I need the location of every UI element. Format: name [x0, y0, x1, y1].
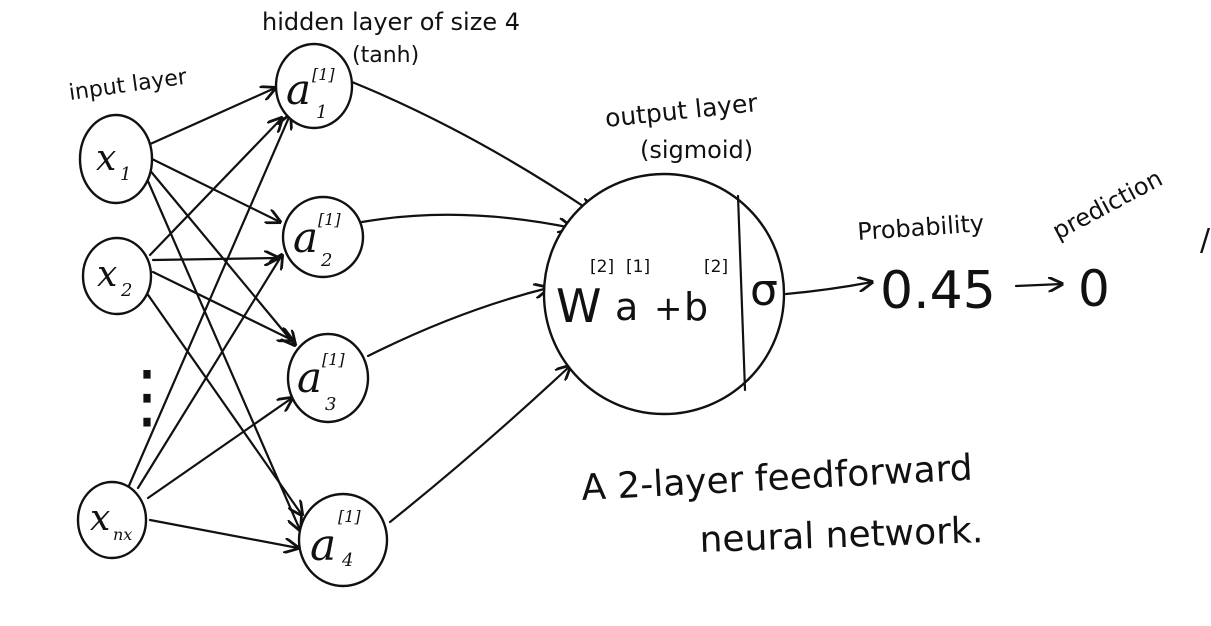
- stray-mark: /: [1200, 223, 1211, 258]
- edge-a2-out: [360, 213, 572, 228]
- hidden-node-3: a [1] 3: [286, 332, 370, 424]
- input-node-2: x 2: [81, 236, 153, 316]
- hidden-node-3-superscript: [1]: [322, 350, 345, 369]
- input-node-1-subscript: 1: [120, 164, 131, 185]
- hidden-node-4-symbol: a: [310, 520, 336, 571]
- edge-x2-a3: [151, 270, 292, 340]
- input-node-2-subscript: 2: [120, 280, 132, 301]
- hidden-node-2-subscript: 2: [320, 250, 332, 271]
- hidden-node-3-symbol: a: [297, 353, 322, 402]
- activation-superscript: [1]: [626, 257, 650, 277]
- input-hidden-edges: [126, 88, 302, 548]
- neural-network-diagram: input layer hidden layer of size 4 (tanh…: [67, 8, 1211, 588]
- input-node-nx-subscript: nx: [113, 525, 132, 544]
- edge-a3-out: [366, 288, 548, 358]
- hidden-node-2-superscript: [1]: [318, 210, 341, 229]
- weight-superscript: [2]: [590, 257, 614, 277]
- caption-line-2: neural network.: [699, 510, 984, 561]
- weight-symbol: W: [556, 279, 601, 333]
- hidden-node-1: a [1] 1: [274, 42, 354, 130]
- probability-label: Probability: [856, 209, 985, 246]
- hidden-node-4-subscript: 4: [341, 550, 353, 571]
- input-node-nx: x nx: [76, 480, 148, 560]
- input-node-2-symbol: x: [97, 254, 117, 295]
- output-layer-label: output layer: [604, 88, 760, 133]
- hidden-node-4: a [1] 4: [297, 492, 389, 588]
- hidden-node-1-symbol: a: [286, 65, 311, 114]
- edge-x1-a1: [146, 88, 275, 147]
- prediction-arrow: [1014, 284, 1062, 286]
- prediction-value: 0: [1078, 260, 1110, 318]
- edge-x2-a1: [148, 118, 282, 257]
- sigma-symbol: σ: [750, 265, 778, 316]
- edge-x1-a2: [148, 156, 280, 222]
- edge-x1-a3: [146, 166, 295, 345]
- edge-a1-out: [350, 80, 592, 212]
- prediction-label: prediction: [1048, 164, 1167, 245]
- input-node-nx-symbol: x: [90, 498, 110, 539]
- hidden-node-1-superscript: [1]: [312, 65, 335, 84]
- probability-value: 0.45: [880, 261, 996, 321]
- hidden-node-2: a [1] 2: [281, 195, 365, 279]
- input-node-1-symbol: x: [96, 138, 116, 179]
- edge-x2-a2: [151, 258, 278, 260]
- hidden-node-3-subscript: 3: [325, 394, 336, 415]
- edge-a4-out: [388, 366, 570, 524]
- plus-sign: +: [654, 289, 683, 329]
- input-ellipsis: ⋮: [112, 355, 182, 437]
- hidden-node-4-superscript: [1]: [338, 507, 361, 526]
- edge-xn-a4: [148, 518, 298, 548]
- hidden-activation-label: (tanh): [352, 43, 419, 68]
- hidden-node-2-symbol: a: [293, 213, 318, 262]
- bias-symbol: b: [684, 285, 708, 329]
- activation-symbol: a: [615, 285, 638, 329]
- hidden-layer-label: hidden layer of size 4: [262, 8, 520, 36]
- caption-line-1: A 2-layer feedforward: [580, 448, 973, 509]
- input-layer-label: input layer: [67, 65, 189, 106]
- output-node: W [2] a [1] + b [2] σ: [542, 172, 786, 416]
- output-activation-label: (sigmoid): [640, 136, 753, 164]
- bias-superscript: [2]: [704, 257, 728, 277]
- output-arrow: [784, 282, 872, 296]
- input-node-1: x 1: [78, 113, 154, 205]
- hidden-node-1-subscript: 1: [316, 102, 327, 123]
